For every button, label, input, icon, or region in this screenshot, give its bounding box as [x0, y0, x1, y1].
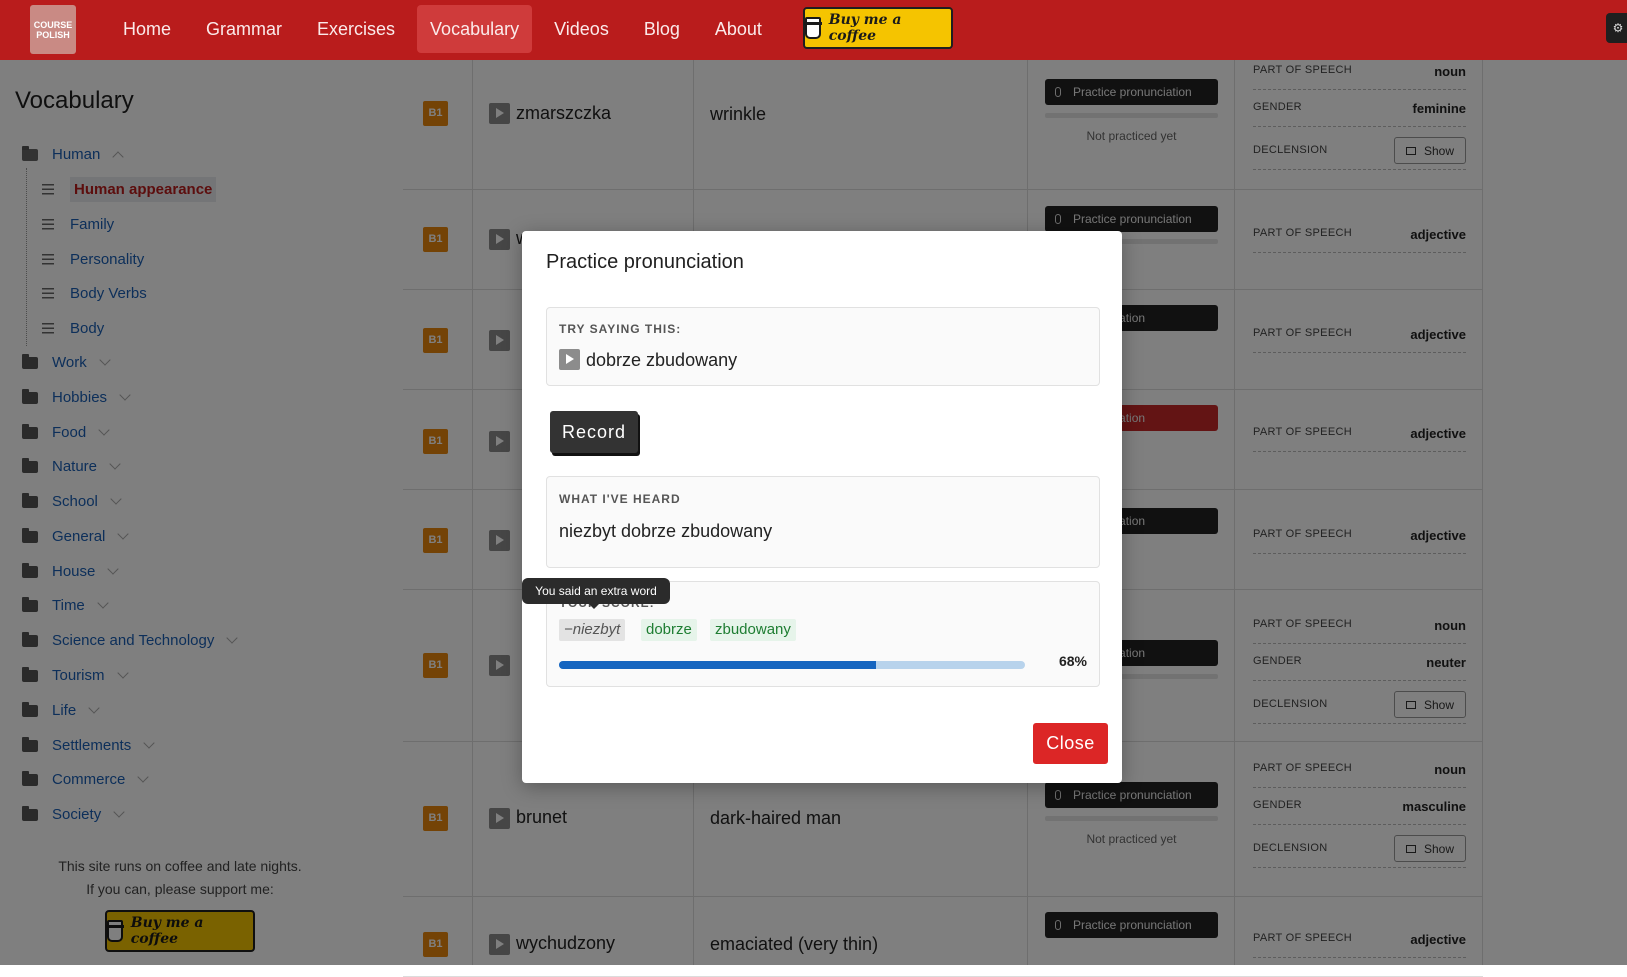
- nav-link-blog[interactable]: Blog: [631, 5, 693, 53]
- modal-title: Practice pronunciation: [546, 251, 744, 273]
- buy-coffee-label: Buy me a coffee: [828, 12, 902, 44]
- target-phrase: dobrze zbudowany: [586, 350, 738, 370]
- nav-link-vocabulary[interactable]: Vocabulary: [417, 5, 533, 53]
- settings-icon[interactable]: ⚙: [1606, 13, 1627, 43]
- word-chip-correct: zbudowany: [710, 619, 796, 641]
- play-audio-icon[interactable]: [559, 349, 580, 370]
- nav-links: Home Grammar Exercises Vocabulary Videos…: [110, 5, 784, 53]
- buy-coffee-button[interactable]: Buy me a coffee: [803, 7, 953, 49]
- try-saying-label: TRY SAYING THIS:: [559, 322, 682, 336]
- try-saying-panel: TRY SAYING THIS: dobrze zbudowany: [546, 307, 1100, 386]
- word-chip-correct: dobrze: [641, 619, 697, 641]
- nav-link-home[interactable]: Home: [110, 5, 184, 53]
- close-button[interactable]: Close: [1033, 723, 1108, 764]
- score-progress-fill: [559, 661, 876, 669]
- top-navbar: COURSE POLISH Home Grammar Exercises Voc…: [0, 0, 1627, 60]
- extra-word-tooltip: You said an extra word: [522, 578, 670, 609]
- nav-link-videos[interactable]: Videos: [541, 5, 622, 53]
- nav-link-about[interactable]: About: [702, 5, 775, 53]
- coffee-cup-icon: [804, 17, 822, 39]
- nav-link-exercises[interactable]: Exercises: [304, 5, 408, 53]
- score-percent: 68%: [1058, 653, 1087, 669]
- practice-pronunciation-modal: Practice pronunciation TRY SAYING THIS: …: [522, 231, 1122, 783]
- site-logo[interactable]: COURSE POLISH: [30, 5, 76, 54]
- heard-panel: WHAT I'VE HEARD niezbyt dobrze zbudowany: [546, 476, 1100, 568]
- heard-label: WHAT I'VE HEARD: [559, 492, 681, 506]
- heard-phrase: niezbyt dobrze zbudowany: [559, 521, 773, 541]
- score-progress-bar: [559, 661, 1025, 669]
- word-chip-extra[interactable]: −niezbyt: [559, 619, 626, 641]
- nav-link-grammar[interactable]: Grammar: [193, 5, 295, 53]
- record-button[interactable]: Record: [550, 411, 638, 453]
- logo-text: COURSE POLISH: [33, 19, 73, 40]
